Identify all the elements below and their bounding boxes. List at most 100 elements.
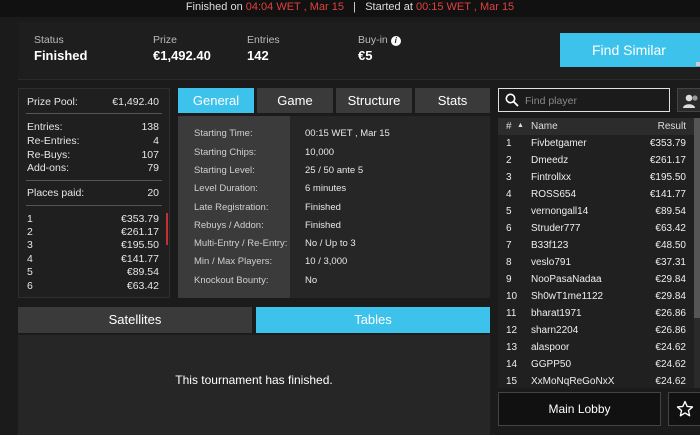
row-rank: 1: [506, 138, 512, 149]
results-table: # ▲ Name Result 1 Fivbetgamer €353.79 2 Dme…: [498, 118, 694, 388]
entries-field: Entries 142: [247, 34, 280, 63]
table-row[interactable]: 1 Fivbetgamer €353.79: [498, 135, 694, 152]
favorite-button[interactable]: [668, 392, 700, 426]
row-rank: 9: [506, 274, 512, 285]
tab-stats[interactable]: Stats: [415, 88, 490, 113]
general-label: Min / Max Players:: [194, 256, 273, 267]
table-row[interactable]: 10 Sh0wT1me1122 €29.84: [498, 288, 694, 305]
table-row[interactable]: 4 ROSS654 €141.77: [498, 186, 694, 203]
star-icon: [676, 400, 694, 417]
row-result: €141.77: [649, 189, 686, 200]
status-field: Status Finished: [34, 34, 87, 63]
general-label: Knockout Bounty:: [194, 275, 269, 286]
entries-value: 142: [247, 48, 269, 63]
started-time: 00:15 WET , Mar 15: [415, 1, 515, 13]
row-name: Dmeedz: [531, 155, 569, 166]
general-value: Finished: [305, 202, 341, 213]
player-search-box[interactable]: Find player: [498, 88, 670, 112]
rebuys-label: Re-Buys:: [27, 149, 71, 161]
row-name: NooPasaNadaa: [531, 274, 602, 285]
table-row[interactable]: 3 Fintrollxx €195.50: [498, 169, 694, 186]
payout-row: 6 €63.42: [27, 280, 159, 293]
prize-pool-value: €1,492.40: [112, 96, 159, 108]
buyin-label-wrap: Buy-in i: [358, 34, 401, 46]
row-result: €29.84: [655, 274, 686, 285]
results-scrollbar[interactable]: [694, 118, 700, 388]
payout-place: 5: [27, 266, 33, 278]
general-label: Starting Level:: [194, 165, 255, 176]
row-name: GGPP50: [531, 359, 572, 370]
row-result: €24.62: [655, 359, 686, 370]
row-result: €48.50: [655, 240, 686, 251]
status-label: Status: [34, 34, 64, 46]
general-value: 6 minutes: [305, 183, 347, 194]
row-name: sharn2204: [531, 325, 579, 336]
results-scroll-thumb[interactable]: [694, 118, 700, 318]
info-icon[interactable]: i: [390, 36, 401, 46]
finished-message: This tournament has finished.: [175, 373, 333, 387]
row-result: €37.31: [655, 257, 686, 268]
search-placeholder: Find player: [525, 95, 577, 107]
table-row[interactable]: 14 GGPP50 €24.62: [498, 356, 694, 373]
row-rank: 7: [506, 240, 512, 251]
tab-satellites[interactable]: Satellites: [18, 307, 252, 333]
general-value: 10,000: [305, 147, 335, 158]
prize-value: €1,492.40: [153, 48, 211, 63]
row-rank: 2: [506, 155, 512, 166]
general-label: Late Registration:: [194, 202, 269, 213]
general-value: Finished: [305, 220, 341, 231]
rank-header[interactable]: #: [506, 121, 512, 132]
tab-tables[interactable]: Tables: [256, 307, 490, 333]
row-name: B33f123: [531, 240, 569, 251]
buyin-field: Buy-in i €5: [358, 34, 401, 63]
user-icon: [683, 94, 698, 108]
find-similar-button[interactable]: Find Similar: [560, 33, 700, 67]
table-row[interactable]: 5 vernongall14 €89.54: [498, 203, 694, 220]
table-row[interactable]: 15 XxMoNqReGoNxX €24.62: [498, 373, 694, 390]
main-lobby-button[interactable]: Main Lobby: [498, 392, 661, 426]
row-rank: 5: [506, 206, 512, 217]
addons-label: Add-ons:: [27, 162, 70, 174]
tab-game[interactable]: Game: [257, 88, 333, 113]
payout-scrollbar[interactable]: [166, 213, 168, 245]
payout-row: 1 €353.79: [27, 213, 159, 226]
general-label: Multi-Entry / Re-Entry:: [194, 238, 288, 249]
status-value: Finished: [34, 48, 88, 63]
row-rank: 4: [506, 189, 512, 200]
row-result: €89.54: [655, 206, 686, 217]
payout-row: 4 €141.77: [27, 253, 159, 266]
row-name: vernongall14: [531, 206, 589, 217]
table-row[interactable]: 12 sharn2204 €26.86: [498, 322, 694, 339]
players-button[interactable]: [677, 88, 700, 112]
result-header[interactable]: Result: [658, 121, 686, 132]
row-rank: 14: [506, 359, 518, 370]
buyin-value: €5: [358, 48, 373, 63]
reentries-value: 4: [153, 135, 159, 147]
payout-row: 2 €261.17: [27, 226, 159, 239]
table-row[interactable]: 6 Struder777 €63.42: [498, 220, 694, 237]
table-row[interactable]: 13 alaspoor €24.62: [498, 339, 694, 356]
payout-amount: €261.17: [121, 226, 159, 238]
row-name: Struder777: [531, 223, 581, 234]
table-row[interactable]: 11 bharat1971 €26.86: [498, 305, 694, 322]
tables-panel: This tournament has finished.: [18, 335, 490, 435]
general-value: No: [305, 275, 318, 286]
general-label: Rebuys / Addon:: [194, 220, 264, 231]
table-row[interactable]: 2 Dmeedz €261.17: [498, 152, 694, 169]
tab-general[interactable]: General: [178, 88, 254, 113]
name-header[interactable]: Name: [531, 121, 558, 132]
entries-summary-value: 138: [141, 121, 159, 133]
row-rank: 10: [506, 291, 518, 302]
general-label: Starting Chips:: [194, 147, 257, 158]
row-rank: 15: [506, 376, 518, 387]
table-row[interactable]: 9 NooPasaNadaa €29.84: [498, 271, 694, 288]
payout-amount: €141.77: [121, 253, 159, 265]
prize-pool-label: Prize Pool:: [27, 96, 78, 108]
tab-structure[interactable]: Structure: [336, 88, 412, 113]
row-result: €261.17: [649, 155, 686, 166]
payout-amount: €63.42: [126, 280, 159, 292]
table-row[interactable]: 7 B33f123 €48.50: [498, 237, 694, 254]
places-paid-label: Places paid:: [27, 187, 85, 199]
tournament-header: Status Finished Prize €1,492.40 Entries …: [18, 22, 700, 80]
table-row[interactable]: 8 veslo791 €37.31: [498, 254, 694, 271]
